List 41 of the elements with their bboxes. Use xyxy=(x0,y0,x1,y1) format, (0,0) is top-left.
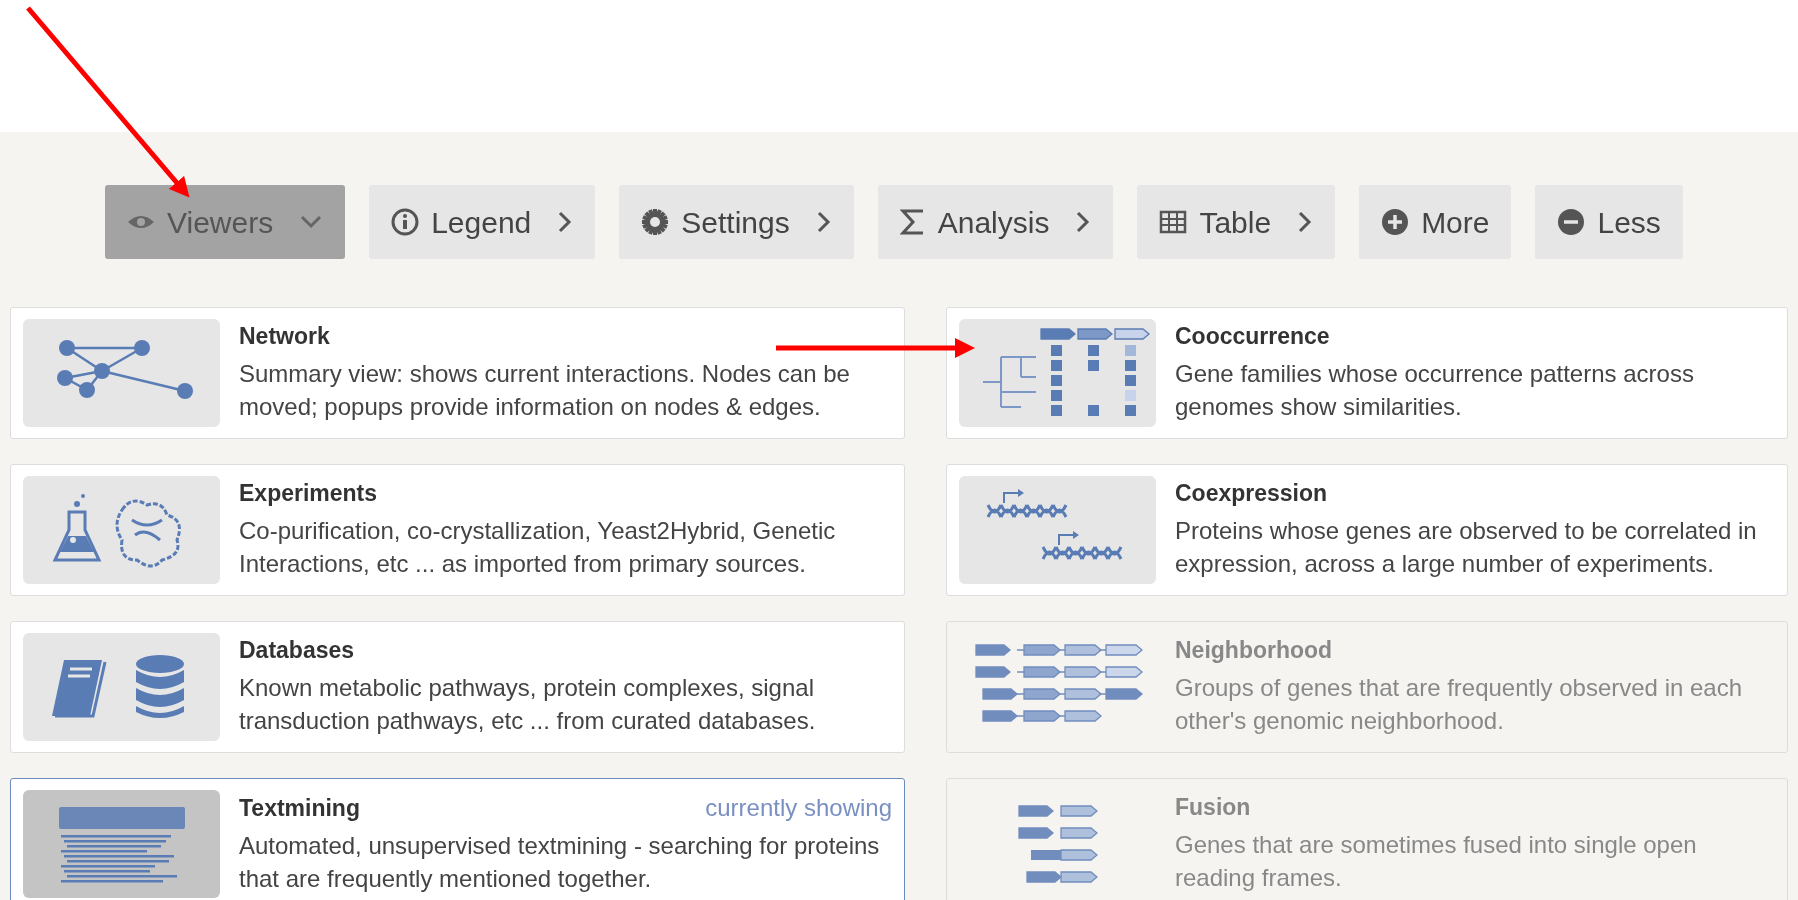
card-title: Network xyxy=(239,322,330,351)
card-description: Gene families whose occurrence patterns across genomes show similarities. xyxy=(1175,358,1695,422)
toolbar-button[interactable]: Less xyxy=(1535,185,1683,259)
card-description: Known metabolic pathways, protein complexes, signal transduction pathways, etc ... from curated databases. xyxy=(239,672,817,736)
card-title: Experiments xyxy=(239,479,378,508)
toolbar-button[interactable]: Settings xyxy=(619,185,854,259)
eye-icon xyxy=(127,213,155,231)
chevron-right-icon xyxy=(815,210,832,234)
chevron-right-icon xyxy=(557,210,574,234)
info-icon xyxy=(391,208,420,236)
viewer-card[interactable]: Coexpression Proteins whose genes are observed to be correlated in expression, across a large number of experiments. xyxy=(946,464,1788,596)
toolbar-button[interactable]: More xyxy=(1359,185,1512,259)
viewer-card[interactable]: Cooccurrence Gene families whose occurrence patterns across genomes show similarities. xyxy=(946,307,1788,439)
plus-icon xyxy=(1381,208,1410,236)
card-description: Groups of genes that are frequently observed in each other's genomic neighborhood. xyxy=(1175,672,1744,736)
card-title: Textmining xyxy=(239,794,360,823)
toolbar-button[interactable]: Analysis xyxy=(877,185,1114,259)
card-description: Automated, unsupervised textmining - searching for proteins that are frequently mentioned together. xyxy=(239,831,881,894)
card-title: Cooccurrence xyxy=(1175,322,1330,351)
card-description: Summary view: shows current interactions. Nodes can be moved; popups provide information on nodes & edges. xyxy=(239,358,851,422)
gear-icon xyxy=(641,208,670,236)
toolbar-button[interactable]: Legend xyxy=(369,185,596,259)
sigma-icon xyxy=(899,208,926,236)
viewer-card[interactable]: Textmining currently showing Automated, unsupervised textmining - searching for proteins that are frequently mentioned together. xyxy=(10,778,905,900)
status-label: currently showing xyxy=(705,793,892,823)
chevron-down-icon xyxy=(299,214,324,230)
minus-icon xyxy=(1557,208,1586,236)
card-description: Genes that are sometimes fused into single open reading frames. xyxy=(1175,829,1698,893)
viewer-card[interactable]: Network Summary view: shows current interactions. Nodes can be moved; popups provide information on nodes & edges. xyxy=(10,307,905,439)
viewer-card[interactable]: Databases Known metabolic pathways, protein complexes, signal transduction pathways, etc ... from curated databases. xyxy=(10,621,905,753)
table-icon xyxy=(1159,210,1188,234)
card-title: Fusion xyxy=(1175,793,1251,822)
card-title: Coexpression xyxy=(1175,479,1328,508)
chevron-right-icon xyxy=(1075,210,1092,234)
chevron-right-icon xyxy=(1297,210,1314,234)
card-title: Databases xyxy=(239,636,355,665)
card-title: Neighborhood xyxy=(1175,636,1333,665)
card-description: Co-purification, co-crystallization, Yeast2Hybrid, Genetic Interactions, etc ... as imported from primary sources. xyxy=(239,515,837,579)
viewer-card[interactable]: Experiments Co-purification, co-crystallization, Yeast2Hybrid, Genetic Interactions, etc ... as imported from primary sources. xyxy=(10,464,905,596)
card-description: Proteins whose genes are observed to be correlated in expression, across a large number of experiments. xyxy=(1175,515,1758,579)
toolbar-button[interactable]: Table xyxy=(1137,185,1336,259)
